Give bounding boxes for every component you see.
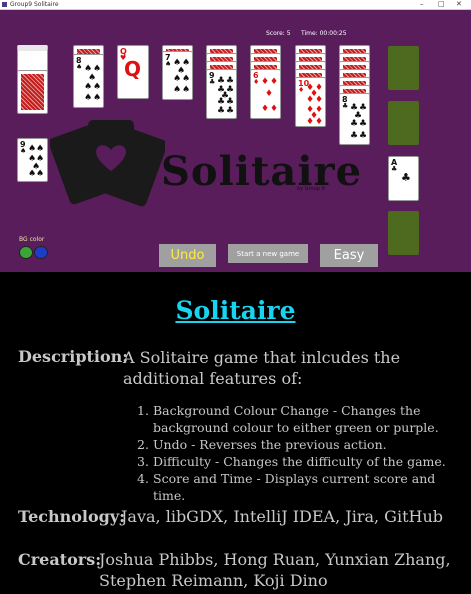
description-text: A Solitaire game that inlcudes the addit… [123,348,401,388]
club-icon: ♣ [217,106,226,116]
diamond-icon: ♦ [265,89,274,99]
new-game-button[interactable]: Start a new game [228,244,308,263]
time-display: Time: 00:00:25 [301,30,347,37]
creators-text-line1: Joshua Phibbs, Hong Ruan, Yunxian Zhang, [99,550,451,569]
list-item: 1. Background Colour Change - Changes the… [137,402,467,436]
spade-icon: ♠ [28,169,37,179]
list-item: 4. Score and Time - Displays current scor… [137,470,467,504]
features-list: 1. Background Colour Change - Changes the… [137,402,467,504]
club-icon: ♣ [342,102,349,110]
tableau-3-card[interactable]: 7 ♠ ♠ ♠ ♠ ♠ ♠ ♠ ♠ [162,51,193,100]
foundation-slot-3[interactable]: A ♣ ♣ [388,156,419,201]
list-item: 3. Difficulty - Changes the difficulty of… [137,453,467,470]
club-icon: ♣ [401,171,411,184]
foundation-slot-1[interactable] [388,46,419,90]
waste-card[interactable]: 9 ♠ ♠ ♠ ♠ ♠ ♠ ♠ ♠ [17,138,48,182]
diamond-icon: ♦ [261,104,270,114]
foundation-slot-2[interactable] [388,101,419,145]
window-titlebar: Group9 Solitaire – □ ✕ [0,0,471,10]
bg-color-blue-button[interactable] [34,246,48,259]
diamond-icon: ♦ [315,95,324,105]
technology-label: Technology: [18,507,126,526]
tableau-7-card[interactable]: 8 ♣ ♣ ♣ ♣ ♣ ♣ ♣ ♣ [339,93,370,145]
tableau-6-card[interactable]: 10 ♦ ♦ ♦ ♦ ♦ ♦ ♦ ♦ ♦ ♦ ♦ [295,77,326,127]
list-text: Background Colour Change - Changes the b… [153,403,439,435]
diamond-icon: ♦ [253,78,260,86]
club-icon: ♣ [350,131,359,141]
stock-pile[interactable] [17,70,48,114]
list-number: 1. [137,403,149,418]
close-button[interactable]: ✕ [456,0,462,9]
spade-icon: ♠ [182,74,191,84]
spade-icon: ♠ [28,144,37,154]
diamond-icon: ♦ [270,77,279,87]
club-icon: ♣ [359,131,368,141]
list-number: 2. [137,437,149,452]
game-board: Score: 5 Time: 00:00:25 9 ♠ ♠ ♠ ♠ ♠ ♠ ♠ … [0,10,471,272]
card-back-pattern [21,74,44,110]
club-icon: ♣ [226,106,235,116]
list-number: 4. [137,471,149,486]
spade-icon: ♠ [36,144,45,154]
foundation-slot-4[interactable] [388,211,419,255]
queen-figure: Q [124,57,142,81]
spade-icon: ♠ [20,147,27,155]
minimize-button[interactable]: – [420,0,424,9]
tableau-1-card[interactable]: 8 ♠ ♠ ♠ ♠ ♠ ♠ ♠ ♠ [73,54,104,108]
spade-icon: ♠ [76,63,83,71]
bg-color-green-button[interactable] [19,246,33,259]
technology-text: Java, libGDX, IntelliJ IDEA, Jira, GitHu… [121,507,443,526]
app-icon [2,2,7,7]
maximize-button[interactable]: □ [438,0,445,9]
spade-icon: ♠ [173,85,182,95]
spade-icon: ♠ [84,82,93,92]
tableau-4-card[interactable]: 9 ♣ ♣ ♣ ♣ ♣ ♣ ♣ ♣ ♣ ♣ [206,69,237,119]
list-item: 2. Undo - Reverses the previous action. [137,436,467,453]
spade-icon: ♠ [165,60,172,68]
page-title: Solitaire [175,296,296,325]
spade-icon: ♠ [36,169,45,179]
logo-cards-icon [50,120,165,207]
list-text: Difficulty - Changes the difficulty of t… [153,454,446,469]
logo-byline: by Group 9 [297,186,325,192]
description-label: Description: [18,347,129,366]
list-text: Score and Time - Displays current score … [153,471,436,503]
club-icon: ♣ [359,119,368,129]
spade-icon: ♠ [173,74,182,84]
diamond-icon: ♦ [298,86,305,94]
diamond-icon: ♦ [306,117,315,127]
tableau-5-card[interactable]: 6 ♦ ♦ ♦ ♦ ♦ ♦ [250,69,281,119]
list-number: 3. [137,454,149,469]
club-icon: ♣ [350,119,359,129]
tableau-2-card[interactable]: Q ♥ Q [117,45,149,99]
club-icon: ♣ [209,78,216,86]
spade-icon: ♠ [84,93,93,103]
creators-text-line2: Stephen Reimann, Koji Dino [99,571,328,590]
bg-color-label: BG color [19,236,45,243]
spade-icon: ♠ [93,93,102,103]
score-display: Score: 5 [266,30,291,37]
club-icon: ♣ [391,165,398,173]
spade-icon: ♠ [182,85,191,95]
spade-icon: ♠ [93,82,102,92]
logo-wordmark: Solitaire [161,148,363,195]
window-title: Group9 Solitaire [10,1,59,8]
diamond-icon: ♦ [315,117,324,127]
creators-label: Creators: [18,550,102,569]
list-text: Undo - Reverses the previous action. [153,437,387,452]
diamond-icon: ♦ [261,77,270,87]
diamond-icon: ♦ [270,104,279,114]
difficulty-button[interactable]: Easy [320,244,378,267]
undo-button[interactable]: Undo [159,244,216,267]
diamond-icon: ♦ [306,95,315,105]
